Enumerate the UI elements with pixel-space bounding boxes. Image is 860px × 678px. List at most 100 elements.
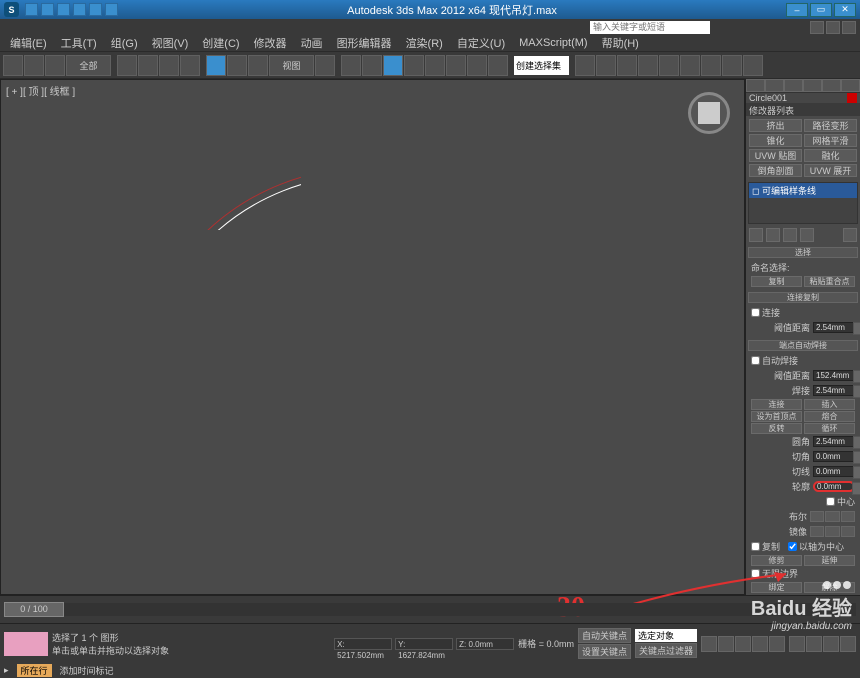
object-color-swatch[interactable] xyxy=(847,93,857,103)
viewport-top[interactable]: [ + ][ 顶 ][ 线框 ] xy 30 xyxy=(0,79,745,595)
help-btn[interactable] xyxy=(810,21,824,34)
coord-z[interactable]: Z: 0.0mm xyxy=(456,638,514,650)
bool-int-icon[interactable] xyxy=(841,511,855,522)
mod-pathdeform[interactable]: 路径变形 xyxy=(804,119,857,132)
selection-set-dd[interactable]: 全部 xyxy=(66,55,111,76)
autokey-button[interactable]: 自动关键点 xyxy=(578,628,631,643)
snap-icon[interactable] xyxy=(383,55,403,76)
redo-icon[interactable] xyxy=(24,55,44,76)
chamfer-spinner[interactable]: 0.0mm xyxy=(813,451,855,462)
qat-btn[interactable] xyxy=(73,3,86,16)
menu-help[interactable]: 帮助(H) xyxy=(596,35,645,51)
bool-union-icon[interactable] xyxy=(810,511,824,522)
menu-create[interactable]: 创建(C) xyxy=(196,35,245,51)
app-logo[interactable]: S xyxy=(4,2,19,17)
viewcube[interactable] xyxy=(688,92,730,134)
link-icon[interactable] xyxy=(45,55,65,76)
rollout-autoweld[interactable]: 端点自动焊接 xyxy=(748,340,858,351)
time-slider[interactable]: 0 / 100 xyxy=(4,603,856,616)
cycle-btn[interactable]: 循环 xyxy=(804,423,855,434)
qat-btn[interactable] xyxy=(89,3,102,16)
pin-stack-icon[interactable] xyxy=(749,228,763,242)
mod-meshsmooth[interactable]: 网格平滑 xyxy=(804,134,857,147)
search-input[interactable] xyxy=(590,21,710,34)
coord-x[interactable]: X: 5217.502mm xyxy=(334,638,392,650)
weld-spinner[interactable]: 2.54mm xyxy=(813,385,855,396)
menu-render[interactable]: 渲染(R) xyxy=(400,35,449,51)
setkey-button[interactable]: 设置关键点 xyxy=(578,644,631,659)
nav-prev-icon[interactable] xyxy=(718,636,734,652)
menu-maxscript[interactable]: MAXScript(M) xyxy=(513,37,593,49)
percent-snap-icon[interactable] xyxy=(425,55,445,76)
addtime-label[interactable]: 添加时间标记 xyxy=(60,664,114,677)
extend-btn[interactable]: 延伸 xyxy=(804,555,855,566)
configure-icon[interactable] xyxy=(843,228,857,242)
mod-bevelprofile[interactable]: 倒角剖面 xyxy=(749,164,802,177)
zoom-icon[interactable] xyxy=(789,636,805,652)
unique-icon[interactable] xyxy=(783,228,797,242)
mod-extrude[interactable]: 挤出 xyxy=(749,119,802,132)
select-icon[interactable] xyxy=(117,55,137,76)
nav-next-icon[interactable] xyxy=(752,636,768,652)
nav-goto-start-icon[interactable] xyxy=(701,636,717,652)
minimize-button[interactable]: – xyxy=(786,3,808,17)
tab-motion[interactable] xyxy=(803,79,822,92)
undo-icon[interactable] xyxy=(3,55,23,76)
mirror-v-icon[interactable] xyxy=(825,526,839,537)
named-selset-dd[interactable]: 创建选择集 xyxy=(514,56,569,75)
render-frame-icon[interactable] xyxy=(701,55,721,76)
trackbar-swatch[interactable] xyxy=(4,632,48,656)
menu-graph[interactable]: 图形编辑器 xyxy=(331,35,398,51)
move-icon[interactable] xyxy=(206,55,226,76)
schematic-icon[interactable] xyxy=(638,55,658,76)
threshold2-spinner[interactable]: 152.4mm xyxy=(813,370,855,381)
curve-editor-icon[interactable] xyxy=(617,55,637,76)
close-button[interactable]: ✕ xyxy=(834,3,856,17)
qat-btn[interactable] xyxy=(105,3,118,16)
fuse-btn[interactable]: 熔合 xyxy=(804,411,855,422)
connect-btn[interactable]: 连接 xyxy=(751,399,802,410)
menu-edit[interactable]: 编辑(E) xyxy=(4,35,53,51)
edit-named-icon[interactable] xyxy=(467,55,487,76)
rollout-selection[interactable]: 选择 xyxy=(748,247,858,258)
mod-taper[interactable]: 锥化 xyxy=(749,134,802,147)
menu-group[interactable]: 组(G) xyxy=(105,35,144,51)
autoweld-chk[interactable] xyxy=(751,356,760,365)
mod-uvwunwrap[interactable]: UVW 展开 xyxy=(804,164,857,177)
keyfilter-button[interactable]: 关键点过滤器 xyxy=(635,643,697,658)
makefirst-btn[interactable]: 设为首顶点 xyxy=(751,411,802,422)
scale-icon[interactable] xyxy=(248,55,268,76)
select-name-icon[interactable] xyxy=(138,55,158,76)
center-chk[interactable] xyxy=(826,497,835,506)
render-icon[interactable] xyxy=(722,55,742,76)
window-cross-icon[interactable] xyxy=(180,55,200,76)
copy-chk[interactable] xyxy=(751,542,760,551)
threshold-spinner[interactable]: 2.54mm xyxy=(813,322,855,333)
nav-play-icon[interactable] xyxy=(735,636,751,652)
outline-spinner[interactable]: 0.0mm xyxy=(813,481,855,492)
modifier-list-dd[interactable]: 修改器列表 xyxy=(746,103,860,116)
help-btn[interactable] xyxy=(842,21,856,34)
mod-melt[interactable]: 融化 xyxy=(804,149,857,162)
tab-display[interactable] xyxy=(822,79,841,92)
zoom-all-icon[interactable] xyxy=(806,636,822,652)
show-end-icon[interactable] xyxy=(766,228,780,242)
align-icon[interactable] xyxy=(575,55,595,76)
manip-icon[interactable] xyxy=(341,55,361,76)
copy-btn[interactable]: 复制 xyxy=(751,276,802,287)
render-setup-icon[interactable] xyxy=(680,55,700,76)
tab-create[interactable] xyxy=(746,79,765,92)
tab-hierarchy[interactable] xyxy=(784,79,803,92)
rotate-icon[interactable] xyxy=(227,55,247,76)
qat-btn[interactable] xyxy=(57,3,70,16)
nav-goto-end-icon[interactable] xyxy=(769,636,785,652)
bool-sub-icon[interactable] xyxy=(825,511,839,522)
menu-views[interactable]: 视图(V) xyxy=(146,35,195,51)
render-prod-icon[interactable] xyxy=(743,55,763,76)
mirror-h-icon[interactable] xyxy=(810,526,824,537)
menu-customize[interactable]: 自定义(U) xyxy=(451,35,511,51)
keyboard-icon[interactable] xyxy=(362,55,382,76)
menu-modifiers[interactable]: 修改器 xyxy=(248,35,293,51)
qat-btn[interactable] xyxy=(25,3,38,16)
trim-btn[interactable]: 修剪 xyxy=(751,555,802,566)
